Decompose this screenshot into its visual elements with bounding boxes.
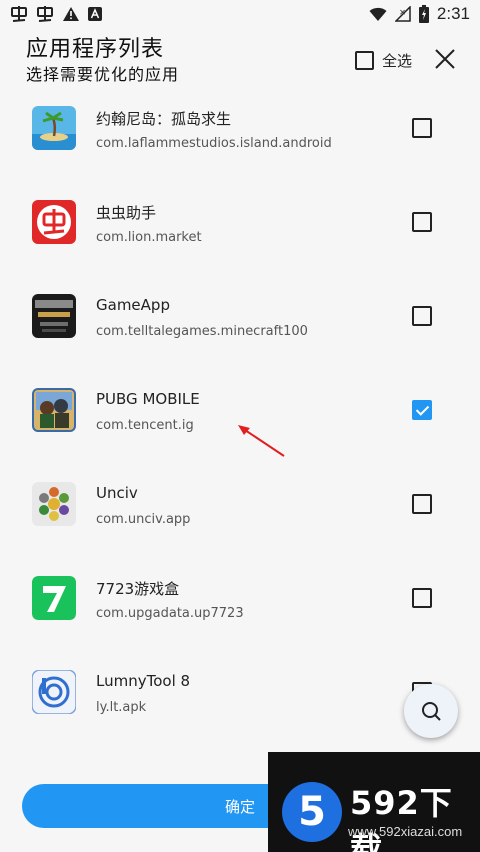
app-checkbox[interactable] bbox=[412, 588, 432, 608]
app-checkbox[interactable] bbox=[412, 400, 432, 420]
watermark-url: www.592xiazai.com bbox=[348, 824, 463, 839]
app-name: LumnyTool 8 bbox=[96, 672, 191, 690]
app-name: GameApp bbox=[96, 296, 170, 314]
app-name: 7723游戏盒 bbox=[96, 580, 180, 598]
7723-icon bbox=[32, 576, 76, 620]
close-icon[interactable] bbox=[434, 48, 456, 70]
watermark: 5 592下载 www.592xiazai.com bbox=[268, 752, 480, 852]
app-row[interactable]: GameApp com.telltalegames.minecraft100 bbox=[0, 284, 480, 378]
app-name: 约翰尼岛：孤岛求生 bbox=[96, 110, 232, 128]
a-icon bbox=[88, 7, 102, 21]
app-package: com.upgadata.up7723 bbox=[96, 606, 244, 621]
app-package: com.telltalegames.minecraft100 bbox=[96, 324, 308, 339]
select-all-toggle[interactable]: 全选 bbox=[354, 50, 412, 71]
pubg-icon bbox=[32, 388, 76, 432]
unciv-icon bbox=[32, 482, 76, 526]
header: 应用程序列表 选择需要优化的应用 全选 bbox=[26, 36, 466, 92]
lumnytool-icon bbox=[32, 670, 76, 714]
status-bar: 2:31 bbox=[0, 0, 480, 28]
chong-icon bbox=[36, 5, 54, 23]
search-button[interactable] bbox=[404, 684, 458, 738]
select-all-label: 全选 bbox=[381, 52, 412, 70]
island-icon bbox=[32, 106, 76, 150]
app-package: com.tencent.ig bbox=[96, 418, 194, 433]
app-package: com.lion.market bbox=[96, 230, 202, 245]
minecraft-icon bbox=[32, 294, 76, 338]
select-all-checkbox[interactable] bbox=[354, 51, 374, 70]
app-row[interactable]: Unciv com.unciv.app bbox=[0, 472, 480, 566]
search-icon bbox=[422, 702, 441, 721]
app-name: Unciv bbox=[96, 484, 138, 502]
app-name: PUBG MOBILE bbox=[96, 390, 200, 408]
app-package: com.unciv.app bbox=[96, 512, 191, 527]
app-row[interactable]: 约翰尼岛：孤岛求生 com.laflammestudios.island.and… bbox=[0, 96, 480, 190]
app-checkbox[interactable] bbox=[412, 306, 432, 326]
app-row[interactable]: 虫虫助手 com.lion.market bbox=[0, 190, 480, 284]
chongchong-icon bbox=[32, 200, 76, 244]
status-time: 2:31 bbox=[436, 4, 470, 23]
wifi-icon bbox=[369, 6, 387, 22]
app-checkbox[interactable] bbox=[412, 494, 432, 514]
app-checkbox[interactable] bbox=[412, 212, 432, 232]
warning-icon bbox=[62, 6, 80, 22]
watermark-brand: 592下载 bbox=[350, 784, 453, 852]
app-package: com.laflammestudios.island.android bbox=[96, 136, 332, 151]
app-row[interactable]: 7723游戏盒 com.upgadata.up7723 bbox=[0, 566, 480, 660]
signal-icon bbox=[394, 6, 411, 22]
watermark-logo: 5 bbox=[282, 782, 342, 842]
chong-icon bbox=[10, 5, 28, 23]
app-package: ly.lt.apk bbox=[96, 700, 147, 715]
app-checkbox[interactable] bbox=[412, 118, 432, 138]
battery-charging-icon bbox=[418, 5, 429, 23]
annotation-arrow bbox=[238, 425, 285, 457]
app-name: 虫虫助手 bbox=[96, 204, 157, 222]
